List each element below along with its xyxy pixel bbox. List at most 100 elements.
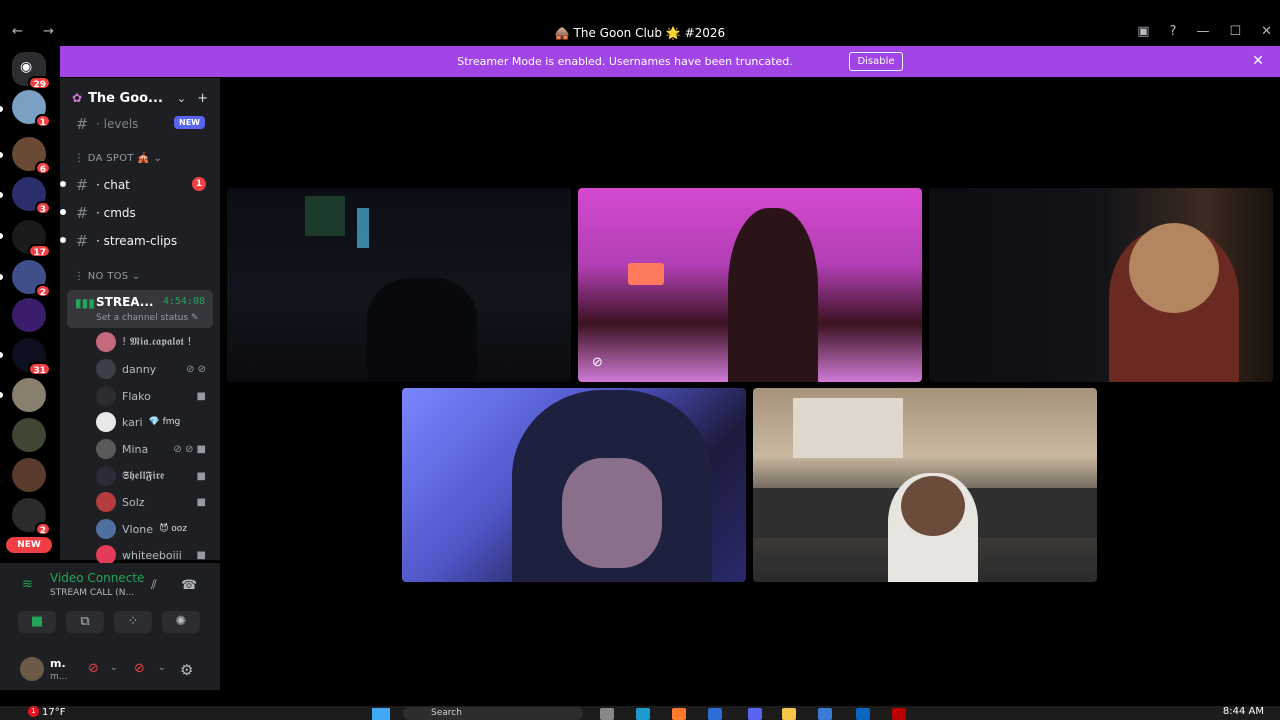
member-name: whiteeboiii bbox=[122, 548, 182, 562]
avatar bbox=[96, 519, 116, 539]
server-icon[interactable]: 3 bbox=[12, 177, 51, 215]
status-icons: ⊘ ⊘ ■ bbox=[173, 443, 206, 455]
connection-channel[interactable]: STREAM CALL (N... bbox=[50, 588, 134, 598]
window-title: 🛖 The Goon Club 🌟 #2026 bbox=[554, 26, 726, 40]
channel-name: · chat bbox=[96, 178, 130, 192]
video-tile[interactable] bbox=[929, 188, 1273, 382]
server-icon[interactable]: 31 bbox=[12, 338, 51, 376]
app-icon[interactable] bbox=[818, 708, 832, 720]
help-icon[interactable]: ? bbox=[1170, 24, 1177, 39]
soundboard-button[interactable]: ✺ bbox=[162, 611, 200, 633]
chevron-down-icon[interactable]: ⌄ bbox=[158, 663, 166, 673]
category-no-tos[interactable]: ⋮ NO TOS ⌄ bbox=[74, 271, 141, 282]
voice-member[interactable]: ! 𝕸𝖎𝖆.𝖈𝖆𝖕𝖆𝖑𝖔𝖙 ! bbox=[96, 332, 212, 352]
app-icon[interactable] bbox=[672, 708, 686, 720]
server-icon[interactable] bbox=[12, 378, 46, 412]
server-badge: 6 bbox=[34, 161, 51, 175]
member-tag: 💎 fmg bbox=[148, 417, 181, 427]
server-badge: 3 bbox=[34, 201, 51, 215]
avatar bbox=[96, 332, 116, 352]
server-icon[interactable] bbox=[12, 298, 46, 332]
app-icon[interactable] bbox=[708, 708, 722, 720]
server-icon[interactable]: 1 bbox=[12, 90, 51, 128]
channel-levels[interactable]: # · levels bbox=[74, 115, 139, 133]
invite-people-icon[interactable]: + bbox=[197, 91, 208, 106]
voice-member[interactable]: Solz ■ bbox=[96, 492, 212, 512]
minimize-button[interactable]: — bbox=[1196, 24, 1209, 39]
member-name: Mina bbox=[122, 442, 149, 456]
unread-pip bbox=[0, 192, 3, 198]
channel-cmds[interactable]: # · cmds bbox=[74, 204, 136, 222]
voice-member[interactable]: Mina ⊘ ⊘ ■ bbox=[96, 439, 212, 459]
settings-gear-icon[interactable]: ⚙ bbox=[180, 661, 193, 679]
voice-member[interactable]: Vlone 😈 ooz bbox=[96, 519, 212, 539]
channel-chat[interactable]: # · chat bbox=[74, 176, 130, 194]
channel-name: · cmds bbox=[96, 206, 136, 220]
app-icon[interactable] bbox=[600, 708, 614, 720]
user-name: m. bbox=[50, 657, 66, 670]
app-icon[interactable] bbox=[636, 708, 650, 720]
server-icon[interactable]: 2 bbox=[12, 498, 51, 536]
unread-pip bbox=[0, 152, 3, 158]
hash-icon: # bbox=[75, 115, 89, 133]
taskbar-search[interactable]: Search bbox=[403, 707, 583, 720]
voice-member[interactable]: Flako ■ bbox=[96, 386, 212, 406]
unread-pip bbox=[60, 181, 66, 187]
voice-channel-stream[interactable]: ▮▮▮ STREA... 4:54:08 Set a channel statu… bbox=[67, 290, 213, 328]
disconnect-icon[interactable]: ☎ bbox=[181, 578, 197, 593]
disable-button[interactable]: Disable bbox=[849, 52, 903, 71]
camera-button[interactable]: ■ bbox=[18, 611, 56, 633]
server-icon[interactable]: 2 bbox=[12, 260, 51, 298]
video-tile[interactable] bbox=[753, 388, 1097, 582]
clock[interactable]: 8:44 AM bbox=[1223, 706, 1264, 717]
chevron-down-icon[interactable]: ⌄ bbox=[110, 663, 118, 673]
app-icon[interactable] bbox=[748, 708, 762, 720]
camera-icon: ■ bbox=[196, 390, 206, 402]
os-taskbar: 17°F 1 Search 8:44 AM bbox=[0, 706, 1280, 720]
guild-header[interactable]: ✿ The Goo... ⌄ + bbox=[60, 78, 220, 118]
maximize-button[interactable]: ☐ bbox=[1229, 24, 1241, 39]
weather-widget[interactable]: 17°F bbox=[42, 707, 65, 718]
activities-button[interactable]: ⁘ bbox=[114, 611, 152, 633]
noise-suppression-icon[interactable]: ⫽ bbox=[151, 578, 157, 593]
inbox-icon[interactable]: ▣ bbox=[1137, 24, 1149, 39]
member-name: Solz bbox=[122, 495, 145, 509]
hash-icon: # bbox=[75, 204, 89, 222]
mute-mic-icon[interactable]: ⊘ bbox=[88, 661, 99, 676]
channel-status-link[interactable]: Set a channel status ✎ bbox=[96, 313, 199, 323]
server-icon[interactable]: 6 bbox=[12, 137, 51, 175]
start-icon[interactable] bbox=[372, 708, 390, 720]
app-icon[interactable] bbox=[782, 708, 796, 720]
discord-window: ← → 🛖 The Goon Club 🌟 #2026 ▣ ? — ☐ ✕ St… bbox=[0, 0, 1280, 720]
member-name: danny bbox=[122, 362, 157, 376]
app-icon[interactable] bbox=[892, 708, 906, 720]
member-name: Vlone bbox=[122, 522, 154, 536]
voice-member[interactable]: whiteeboiii ■ bbox=[96, 545, 212, 565]
server-icon[interactable]: 17 bbox=[12, 220, 51, 258]
signal-icon[interactable]: ≋ bbox=[22, 577, 33, 592]
deafen-icon[interactable]: ⊘ bbox=[134, 661, 145, 676]
new-servers-pill[interactable]: NEW bbox=[6, 537, 52, 553]
avatar[interactable] bbox=[20, 657, 44, 681]
avatar bbox=[96, 492, 116, 512]
voice-member[interactable]: danny ⊘ ⊘ bbox=[96, 359, 212, 379]
screen-share-button[interactable]: ⧉ bbox=[66, 611, 104, 633]
unread-pip bbox=[0, 274, 3, 280]
discord-home-icon[interactable]: ◉ 29 bbox=[12, 52, 51, 90]
app-icon[interactable] bbox=[856, 708, 870, 720]
banner-close-icon[interactable]: ✕ bbox=[1252, 53, 1264, 69]
video-tile[interactable]: ⊘ bbox=[578, 188, 922, 382]
voice-member[interactable]: kari 💎 fmg bbox=[96, 412, 212, 432]
unread-pip bbox=[0, 392, 3, 398]
avatar bbox=[96, 466, 116, 486]
video-tile[interactable] bbox=[402, 388, 746, 582]
video-frame-detail bbox=[367, 278, 477, 382]
server-icon[interactable] bbox=[12, 418, 46, 452]
voice-member[interactable]: 𝕾𝖍𝖊𝖑𝖑𝕱𝖎𝖗𝖊 ■ bbox=[96, 466, 212, 486]
close-window-button[interactable]: ✕ bbox=[1261, 24, 1272, 39]
channel-stream-clips[interactable]: # · stream-clips bbox=[74, 232, 177, 250]
server-icon[interactable] bbox=[12, 458, 46, 492]
video-tile[interactable] bbox=[227, 188, 571, 382]
category-da-spot[interactable]: ⋮ DA SPOT 🎪 ⌄ bbox=[74, 153, 162, 164]
video-frame-detail bbox=[357, 208, 369, 248]
